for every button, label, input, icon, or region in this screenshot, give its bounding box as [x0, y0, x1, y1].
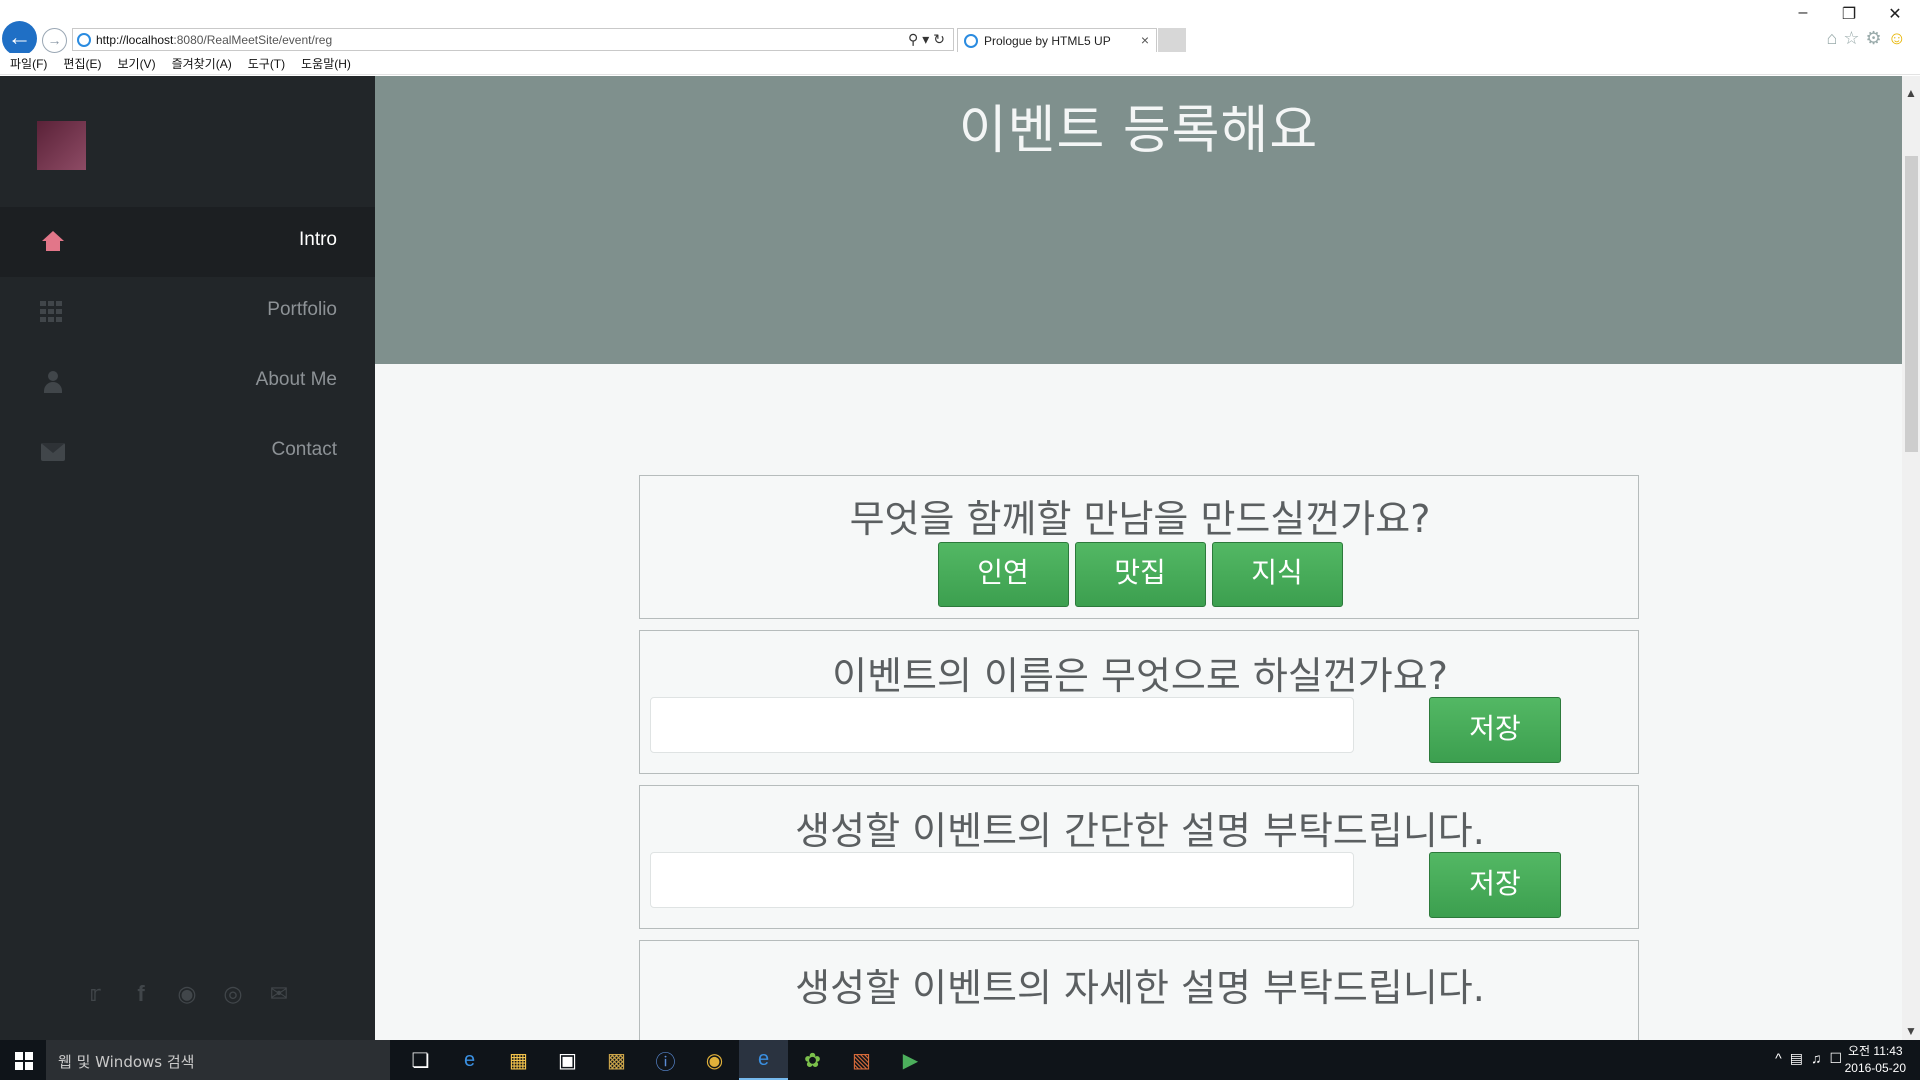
scroll-thumb[interactable]: [1905, 156, 1918, 452]
event-long-desc-question: 생성할 이벤트의 자세한 설명 부탁드립니다.: [795, 966, 1485, 1010]
taskbar-clock[interactable]: 오전 11:43 2016-05-20: [1845, 1043, 1906, 1077]
avatar: [37, 121, 86, 170]
media-app-icon[interactable]: ▶: [886, 1040, 935, 1080]
event-name-question: 이벤트의 이름은 무엇으로 하실껀가요?: [832, 654, 1448, 698]
menu-tools[interactable]: 도구(T): [248, 53, 285, 75]
page-scrollbar[interactable]: ▲ ▼: [1902, 76, 1920, 1040]
help-app-icon[interactable]: ⓘ: [641, 1040, 690, 1080]
browser-toolbar: ← → http://localhost:8080/RealMeetSite/e…: [0, 0, 1920, 56]
menu-favorites[interactable]: 즐겨찾기(A): [172, 53, 232, 75]
forward-button[interactable]: →: [42, 28, 67, 53]
tab-title: Prologue by HTML5 UP: [984, 34, 1111, 48]
address-url: http://localhost:8080/RealMeetSite/event…: [96, 33, 333, 47]
game-app-icon[interactable]: ▧: [837, 1040, 886, 1080]
ie-favicon-icon: [77, 33, 91, 47]
event-short-desc-input[interactable]: [650, 852, 1354, 908]
nav-item-portfolio[interactable]: Portfolio: [0, 277, 375, 347]
new-tab-button[interactable]: [1158, 28, 1186, 52]
taskbar-search-placeholder: 웹 및 Windows 검색: [58, 1053, 195, 1071]
dribbble-icon[interactable]: ◎: [220, 981, 246, 1007]
type-option-restaurant-button[interactable]: 맛집: [1074, 542, 1206, 607]
browser-tab[interactable]: Prologue by HTML5 UP ×: [957, 28, 1157, 52]
event-type-question: 무엇을 함께할 만남을 만드실껀가요?: [849, 497, 1431, 541]
menu-edit[interactable]: 편집(E): [63, 53, 101, 75]
event-type-card: 무엇을 함께할 만남을 만드실껀가요? 인연 맛집 지식: [639, 475, 1639, 619]
social-links: 𝕣 f ◉ ◎ ✉: [82, 981, 292, 1011]
taskbar-search-box[interactable]: 웹 및 Windows 검색: [46, 1040, 390, 1080]
grid-icon: [40, 301, 66, 323]
volume-muted-icon[interactable]: ♫: [1811, 1050, 1830, 1066]
nav-label-about-me: About Me: [255, 369, 337, 390]
main-content: 이벤트 등록해요 무엇을 함께할 만남을 만드실껀가요? 인연 맛집 지식 이벤…: [375, 76, 1902, 1040]
save-short-desc-button[interactable]: 저장: [1429, 852, 1561, 918]
save-name-button[interactable]: 저장: [1429, 697, 1561, 763]
event-name-input[interactable]: [650, 697, 1354, 753]
scroll-down-icon[interactable]: ▼: [1902, 1022, 1920, 1040]
address-bar[interactable]: http://localhost:8080/RealMeetSite/event…: [72, 28, 954, 51]
nav-label-portfolio: Portfolio: [267, 299, 337, 320]
home-icon[interactable]: ⌂: [1826, 28, 1843, 48]
event-short-desc-question: 생성할 이벤트의 간단한 설명 부탁드립니다.: [795, 809, 1485, 853]
nav-item-intro[interactable]: Intro: [0, 207, 375, 277]
nav-label-contact: Contact: [271, 439, 337, 460]
site-sidebar: Intro Portfolio About Me Contact 𝕣 f ◉ ◎…: [0, 76, 375, 1040]
minimize-button[interactable]: –: [1790, 4, 1816, 22]
tray-expand-icon[interactable]: ^: [1775, 1050, 1790, 1066]
event-type-options: 인연 맛집 지식: [640, 542, 1640, 607]
app-icon[interactable]: ▩: [592, 1040, 641, 1080]
nav-label-intro: Intro: [298, 229, 337, 250]
internet-explorer-icon[interactable]: e: [739, 1040, 788, 1080]
twitter-icon[interactable]: 𝕣: [82, 981, 108, 1007]
nav-item-contact[interactable]: Contact: [0, 417, 375, 487]
settings-gear-icon[interactable]: ⚙: [1865, 28, 1887, 48]
tab-favicon-icon: [964, 34, 978, 48]
event-short-desc-card: 생성할 이벤트의 간단한 설명 부탁드립니다. 저장: [639, 785, 1639, 929]
event-name-card: 이벤트의 이름은 무엇으로 하실껀가요? 저장: [639, 630, 1639, 774]
feedback-smiley-icon[interactable]: ☺: [1888, 28, 1912, 48]
envelope-icon: [40, 441, 66, 463]
github-icon[interactable]: ◉: [174, 981, 200, 1007]
search-refresh-icons[interactable]: ⚲▾↻: [908, 31, 949, 48]
page-banner: 이벤트 등록해요: [375, 76, 1902, 364]
taskbar-apps: ❏ e ▦ ▣ ▩ ⓘ ◉ e ✿ ▧ ▶: [396, 1040, 935, 1080]
chrome-icon[interactable]: ◉: [690, 1040, 739, 1080]
type-option-knowledge-button[interactable]: 지식: [1211, 542, 1343, 607]
edge-icon[interactable]: e: [445, 1040, 494, 1080]
menu-view[interactable]: 보기(V): [117, 53, 155, 75]
tab-close-icon[interactable]: ×: [1141, 32, 1149, 48]
sidebar-nav: Intro Portfolio About Me Contact: [0, 207, 375, 487]
favorites-star-icon[interactable]: ☆: [1843, 28, 1865, 48]
user-icon: [40, 371, 66, 393]
menu-file[interactable]: 파일(F): [10, 53, 47, 75]
ie-toolbar-icons[interactable]: ⌂☆⚙☺: [1826, 28, 1912, 49]
windows-start-button[interactable]: [0, 1040, 46, 1080]
file-explorer-icon[interactable]: ▦: [494, 1040, 543, 1080]
scroll-up-icon[interactable]: ▲: [1902, 84, 1920, 102]
menu-bar: 파일(F) 편집(E) 보기(V) 즐겨찾기(A) 도구(T) 도움말(H): [0, 53, 1920, 75]
spring-tool-icon[interactable]: ✿: [788, 1040, 837, 1080]
network-icon[interactable]: ▤: [1790, 1050, 1811, 1066]
email-icon[interactable]: ✉: [266, 981, 292, 1007]
task-view-icon[interactable]: ❏: [396, 1040, 445, 1080]
menu-help[interactable]: 도움말(H): [301, 53, 351, 75]
nav-item-about-me[interactable]: About Me: [0, 347, 375, 417]
clock-time: 오전 11:43: [1848, 1044, 1903, 1058]
home-icon: [40, 231, 66, 253]
back-button[interactable]: ←: [2, 21, 37, 56]
clock-date: 2016-05-20: [1844, 1061, 1906, 1075]
system-tray[interactable]: ^▤♫☐: [1775, 1050, 1850, 1067]
event-long-desc-card: 생성할 이벤트의 자세한 설명 부탁드립니다.: [639, 940, 1639, 1040]
store-icon[interactable]: ▣: [543, 1040, 592, 1080]
page-title: 이벤트 등록해요: [958, 101, 1319, 161]
type-option-relationship-button[interactable]: 인연: [937, 542, 1069, 607]
facebook-icon[interactable]: f: [128, 981, 154, 1007]
restore-button[interactable]: ❐: [1836, 4, 1862, 24]
close-window-button[interactable]: ✕: [1882, 4, 1908, 24]
windows-taskbar: 웹 및 Windows 검색 ❏ e ▦ ▣ ▩ ⓘ ◉ e ✿ ▧ ▶ ^▤♫…: [0, 1040, 1920, 1080]
